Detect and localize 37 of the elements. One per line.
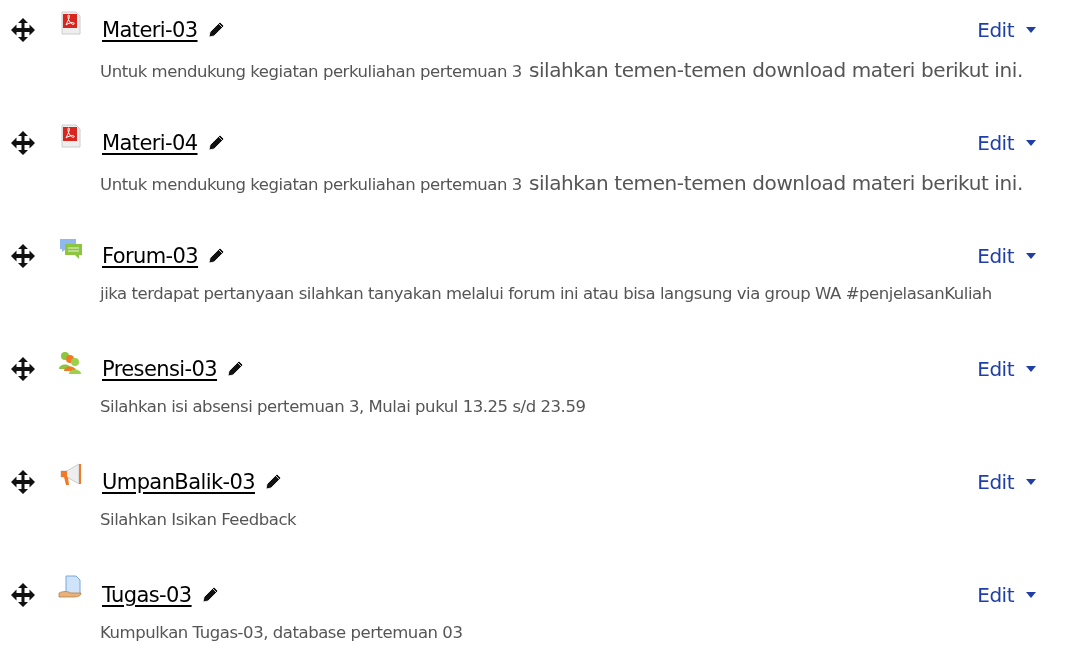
pdf-file-icon xyxy=(58,10,84,36)
activity-description: Untuk mendukung kegiatan perkuliahan pertemuan 3 silahkan temen-temen download materi berikut ini. xyxy=(99,58,1024,82)
edit-menu-button[interactable]: Edit xyxy=(977,18,1036,42)
move-icon[interactable] xyxy=(10,130,36,156)
move-icon[interactable] xyxy=(10,17,36,43)
activity-link[interactable]: Materi-04 xyxy=(102,131,198,155)
megaphone-icon xyxy=(58,462,84,488)
activity-description: Silahkan isi absensi pertemuan 3, Mulai pukul 13.25 s/d 23.59 xyxy=(99,397,587,416)
edit-menu-button[interactable]: Edit xyxy=(977,470,1036,494)
edit-menu-button[interactable]: Edit xyxy=(977,244,1036,268)
caret-icon xyxy=(1026,253,1036,259)
activity-description: jika terdapat pertanyaan silahkan tanyakan melalui forum ini atau bisa langsung via group WA #penjelasanKuliah xyxy=(98,284,993,303)
caret-icon xyxy=(1026,592,1036,598)
people-icon xyxy=(58,349,84,375)
edit-menu-button[interactable]: Edit xyxy=(977,131,1036,155)
edit-menu-button[interactable]: Edit xyxy=(977,583,1036,607)
activity-link[interactable]: Materi-03 xyxy=(102,18,198,42)
caret-icon xyxy=(1026,479,1036,485)
caret-icon xyxy=(1026,366,1036,372)
hand-document-icon xyxy=(58,575,84,601)
pdf-file-icon xyxy=(58,123,84,149)
edit-menu-button[interactable]: Edit xyxy=(977,357,1036,381)
activity-description: Kumpulkan Tugas-03, database pertemuan 03 xyxy=(99,623,464,642)
activity-link[interactable]: Tugas-03 xyxy=(102,583,192,607)
move-icon[interactable] xyxy=(10,243,36,269)
pencil-icon[interactable] xyxy=(225,359,246,379)
caret-icon xyxy=(1026,140,1036,146)
move-icon[interactable] xyxy=(10,582,36,608)
activity-link[interactable]: Forum-03 xyxy=(102,244,199,268)
move-icon[interactable] xyxy=(10,469,36,495)
caret-icon xyxy=(1026,27,1036,33)
activity-link[interactable]: Presensi-03 xyxy=(102,357,218,381)
activity-description: Silahkan Isikan Feedback xyxy=(99,510,298,529)
activity-link[interactable]: UmpanBalik-03 xyxy=(102,470,255,494)
pencil-icon[interactable] xyxy=(206,246,227,266)
move-icon[interactable] xyxy=(10,356,36,382)
activity-description: Untuk mendukung kegiatan perkuliahan pertemuan 3 silahkan temen-temen download materi berikut ini. xyxy=(99,171,1024,195)
